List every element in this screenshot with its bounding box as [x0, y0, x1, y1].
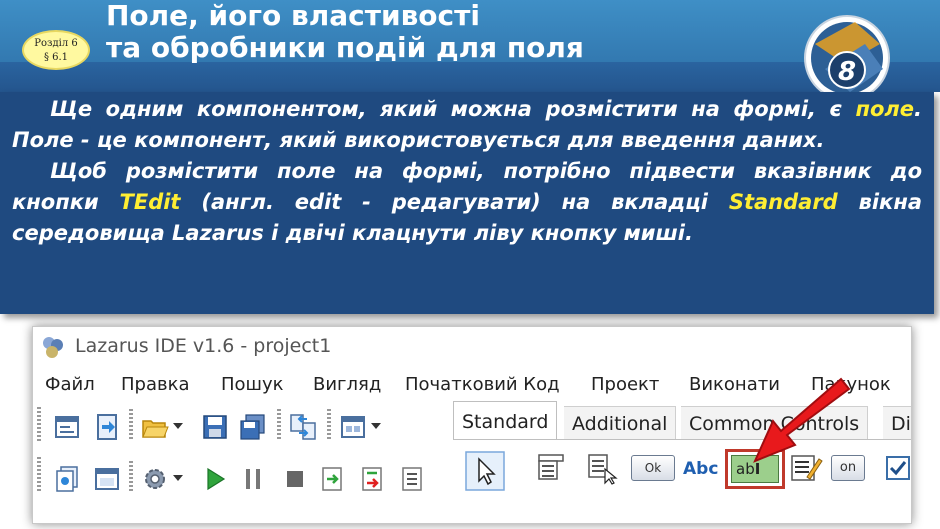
menu-project[interactable]: Проект	[591, 374, 659, 395]
menu-file[interactable]: Файл	[45, 374, 95, 395]
p2-highlight-standard: Standard	[728, 190, 838, 214]
settings-dropdown-icon[interactable]	[171, 471, 185, 485]
save-icon[interactable]	[201, 413, 229, 441]
view-forms-icon[interactable]	[339, 413, 367, 441]
menu-view[interactable]: Вигляд	[313, 374, 381, 395]
toolbar-sep-4	[129, 461, 133, 493]
badge-chapter: Розділ 6	[34, 38, 78, 49]
p2-highlight-tedit: TEdit	[119, 190, 181, 214]
view-units-icon[interactable]	[53, 465, 81, 493]
paragraph-1: Ще одним компонентом, який можна розміст…	[0, 92, 934, 156]
open-dropdown-icon[interactable]	[171, 419, 185, 433]
window-title: Lazarus IDE v1.6 - project1	[75, 335, 332, 357]
view-form-list-icon[interactable]	[93, 465, 121, 493]
grade-logo: 8	[804, 15, 890, 101]
tmainmenu-icon[interactable]	[535, 451, 569, 485]
toolbar-sep-1	[129, 409, 133, 441]
pause-icon[interactable]	[239, 465, 267, 493]
tab-additional[interactable]: Additional	[564, 406, 677, 440]
toolbar-sep-2	[277, 409, 281, 441]
selection-pointer-icon[interactable]	[465, 451, 505, 491]
step-over-icon[interactable]	[359, 465, 387, 493]
toolbar-grip-1[interactable]	[37, 407, 41, 441]
toggle-form-unit-icon[interactable]	[289, 413, 317, 441]
step-into-icon[interactable]	[319, 465, 347, 493]
badge-paragraph: § 6.1	[43, 52, 69, 63]
settings-icon[interactable]	[141, 465, 169, 493]
open-icon[interactable]	[141, 413, 169, 441]
tpopupmenu-icon[interactable]	[585, 451, 619, 485]
stop-icon[interactable]	[281, 465, 309, 493]
p1-highlight: поле	[855, 97, 915, 121]
tbutton-icon[interactable]: Ok	[631, 455, 675, 481]
tab-dialogs[interactable]: Di	[883, 406, 911, 440]
toolbar-grip-2[interactable]	[37, 457, 41, 493]
new-form-icon[interactable]	[53, 413, 81, 441]
menu-search[interactable]: Пошук	[221, 374, 284, 395]
description-box: Ще одним компонентом, який можна розміст…	[0, 92, 934, 314]
section-badge: Розділ 6 § 6.1	[22, 30, 90, 70]
lazarus-ide-window: Lazarus IDE v1.6 - project1 Файл Правка …	[32, 326, 912, 524]
paragraph-2: Щоб розмістити поле на формі, потрібно п…	[0, 156, 934, 249]
menu-edit[interactable]: Правка	[121, 374, 190, 395]
save-all-icon[interactable]	[239, 413, 267, 441]
p1-text-a: Ще одним компонентом, який можна розміст…	[50, 97, 856, 121]
title-line-1: Поле, його властивості	[106, 0, 480, 32]
open-unit-icon[interactable]	[93, 413, 121, 441]
tlabel-icon[interactable]: Abc	[683, 455, 723, 483]
run-icon[interactable]	[201, 465, 229, 493]
slide-title: Поле, його властивості та обробники поді…	[106, 0, 584, 64]
grade-number: 8	[838, 57, 856, 87]
view-dropdown-icon[interactable]	[369, 419, 383, 433]
title-line-2: та обробники подій для поля	[106, 31, 584, 64]
red-arrow-icon	[753, 377, 851, 463]
tcheckbox-icon[interactable]	[883, 453, 912, 487]
lazarus-app-icon	[43, 337, 63, 358]
menu-source[interactable]: Початковий Код	[405, 374, 560, 395]
tab-standard[interactable]: Standard	[453, 401, 558, 441]
toolbar-sep-3	[327, 409, 331, 441]
p2-text-b: (англ. edit - редагувати) на вкладці	[180, 190, 729, 214]
step-out-icon[interactable]	[399, 465, 427, 493]
